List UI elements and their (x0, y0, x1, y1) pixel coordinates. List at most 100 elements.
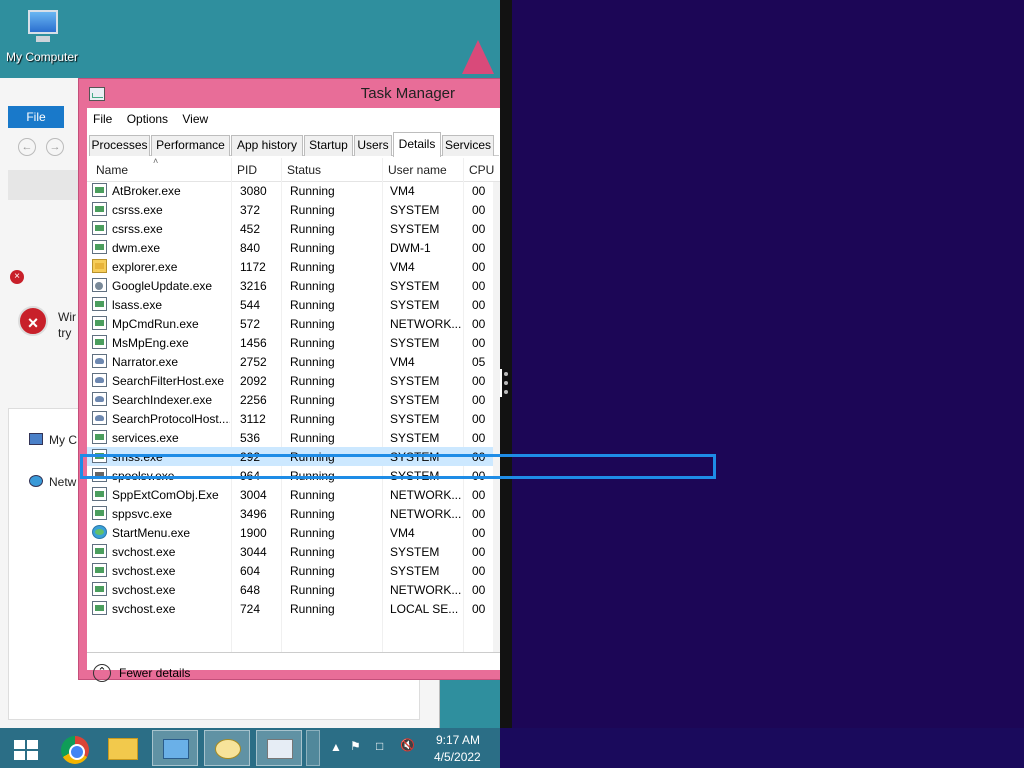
clock-date[interactable]: 4/5/2022 (434, 750, 481, 764)
table-row[interactable]: csrss.exe 452 Running SYSTEM 00 (87, 219, 500, 238)
table-row[interactable]: svchost.exe 604 Running SYSTEM 00 (87, 561, 500, 580)
table-row[interactable]: Narrator.exe 2752 Running VM4 05 (87, 352, 500, 371)
table-row[interactable]: AtBroker.exe 3080 Running VM4 00 (87, 181, 500, 200)
my-computer-label: My Computer (5, 50, 79, 64)
table-row[interactable]: csrss.exe 372 Running SYSTEM 00 (87, 200, 500, 219)
table-row[interactable]: MpCmdRun.exe 572 Running NETWORK... 00 (87, 314, 500, 333)
menu-file[interactable]: File (87, 108, 117, 126)
start-button[interactable] (2, 730, 48, 766)
narrator-taskbar-button[interactable] (204, 730, 250, 766)
process-pid: 452 (240, 222, 261, 236)
show-hidden-icons-icon[interactable]: ▲ (330, 740, 342, 754)
process-name: MpCmdRun.exe (112, 317, 199, 331)
process-status: Running (290, 393, 335, 407)
menu-options[interactable]: Options (121, 108, 173, 126)
process-cpu: 00 (472, 507, 486, 521)
tree-item-network[interactable]: Netw (49, 475, 76, 489)
table-row[interactable]: dwm.exe 840 Running DWM-1 00 (87, 238, 500, 257)
process-status: Running (290, 583, 335, 597)
file-explorer-taskbar-button[interactable] (100, 730, 146, 766)
tab-app-history[interactable]: App history (231, 135, 303, 156)
column-header-status[interactable]: Status (281, 158, 381, 182)
process-pid: 536 (240, 431, 261, 445)
process-user-name: SYSTEM (390, 374, 440, 388)
table-row[interactable]: svchost.exe 724 Running LOCAL SE... 00 (87, 599, 500, 618)
app-taskbar-button[interactable] (152, 730, 198, 766)
computer-tree-icon (29, 433, 43, 445)
process-icon (92, 240, 107, 254)
taskbar-scroll-button[interactable] (306, 730, 320, 766)
fewer-details-link[interactable]: Fewer details (119, 666, 190, 680)
process-user-name: LOCAL SE... (390, 602, 459, 616)
task-manager-icon (267, 739, 293, 759)
process-user-name: SYSTEM (390, 431, 440, 445)
chevron-up-icon[interactable]: ⌃ (93, 664, 111, 682)
menu-view[interactable]: View (176, 108, 213, 126)
chrome-taskbar-button[interactable] (52, 730, 98, 766)
file-tab[interactable]: File (8, 106, 64, 128)
process-status: Running (290, 298, 335, 312)
tab-details[interactable]: Details (393, 132, 441, 157)
volume-muted-icon[interactable]: 🔇 (400, 738, 415, 752)
column-header-pid[interactable]: PID (231, 158, 281, 182)
process-status: Running (290, 564, 335, 578)
table-row[interactable]: services.exe 536 Running SYSTEM 00 (87, 428, 500, 447)
table-row[interactable]: svchost.exe 648 Running NETWORK... 00 (87, 580, 500, 599)
task-manager-taskbar-button[interactable] (256, 730, 302, 766)
table-row[interactable]: MsMpEng.exe 1456 Running SYSTEM 00 (87, 333, 500, 352)
table-header: Name ˄ PID Status User name CPU (87, 158, 500, 182)
table-row[interactable]: SppExtComObj.Exe 3004 Running NETWORK... 00 (87, 485, 500, 504)
title-bar[interactable]: Task Manager (79, 79, 500, 109)
process-name: SppExtComObj.Exe (112, 488, 219, 502)
table-row[interactable]: GoogleUpdate.exe 3216 Running SYSTEM 00 (87, 276, 500, 295)
process-status: Running (290, 488, 335, 502)
process-name: SearchIndexer.exe (112, 393, 213, 407)
process-cpu: 00 (472, 583, 486, 597)
table-row[interactable]: sppsvc.exe 3496 Running NETWORK... 00 (87, 504, 500, 523)
process-pid: 1456 (240, 336, 267, 350)
process-status: Running (290, 431, 335, 445)
process-pid: 3044 (240, 545, 267, 559)
table-row[interactable]: svchost.exe 3044 Running SYSTEM 00 (87, 542, 500, 561)
process-name: svchost.exe (112, 583, 176, 597)
table-row[interactable]: StartMenu.exe 1900 Running VM4 00 (87, 523, 500, 542)
back-arrow-icon[interactable]: ← (18, 138, 36, 156)
clock-time[interactable]: 9:17 AM (436, 733, 480, 747)
process-icon (92, 297, 107, 311)
tab-processes[interactable]: Processes (89, 135, 150, 156)
column-header-user-name[interactable]: User name (382, 158, 462, 182)
table-row[interactable]: lsass.exe 544 Running SYSTEM 00 (87, 295, 500, 314)
tab-services[interactable]: Services (442, 135, 494, 156)
tree-item-computer[interactable]: My C (49, 433, 77, 447)
process-name: svchost.exe (112, 545, 176, 559)
snap-splitter[interactable] (500, 0, 512, 728)
process-status: Running (290, 203, 335, 217)
tab-performance[interactable]: Performance (151, 135, 230, 156)
column-header-cpu[interactable]: CPU (463, 158, 497, 182)
action-center-flag-icon[interactable]: ⚑ (350, 739, 361, 753)
process-name: AtBroker.exe (112, 184, 181, 198)
process-pid: 648 (240, 583, 261, 597)
process-pid: 3080 (240, 184, 267, 198)
table-row[interactable]: SearchProtocolHost.... 3112 Running SYSTEM 0… (87, 409, 500, 428)
process-name: sppsvc.exe (112, 507, 173, 521)
table-row[interactable]: explorer.exe 1172 Running VM4 00 (87, 257, 500, 276)
windows-logo-icon (14, 740, 40, 760)
process-user-name: SYSTEM (390, 203, 440, 217)
process-name: services.exe (112, 431, 179, 445)
vertical-scrollbar[interactable] (493, 182, 500, 652)
process-user-name: SYSTEM (390, 545, 440, 559)
forward-arrow-icon[interactable]: → (46, 138, 64, 156)
table-row[interactable]: SearchIndexer.exe 2256 Running SYSTEM 00 (87, 390, 500, 409)
process-icon (92, 335, 107, 349)
tab-startup[interactable]: Startup (304, 135, 353, 156)
task-manager-app-icon (89, 87, 105, 101)
column-header-name[interactable]: Name (96, 163, 128, 177)
table-row[interactable]: SearchFilterHost.exe 2092 Running SYSTEM 00 (87, 371, 500, 390)
task-manager-client: File Options View Processes Performance … (87, 108, 500, 682)
my-computer-desktop-icon[interactable]: My Computer (4, 8, 80, 64)
network-icon[interactable]: □ (376, 739, 383, 753)
tab-users[interactable]: Users (354, 135, 392, 156)
process-cpu: 00 (472, 488, 486, 502)
process-icon (92, 601, 107, 615)
